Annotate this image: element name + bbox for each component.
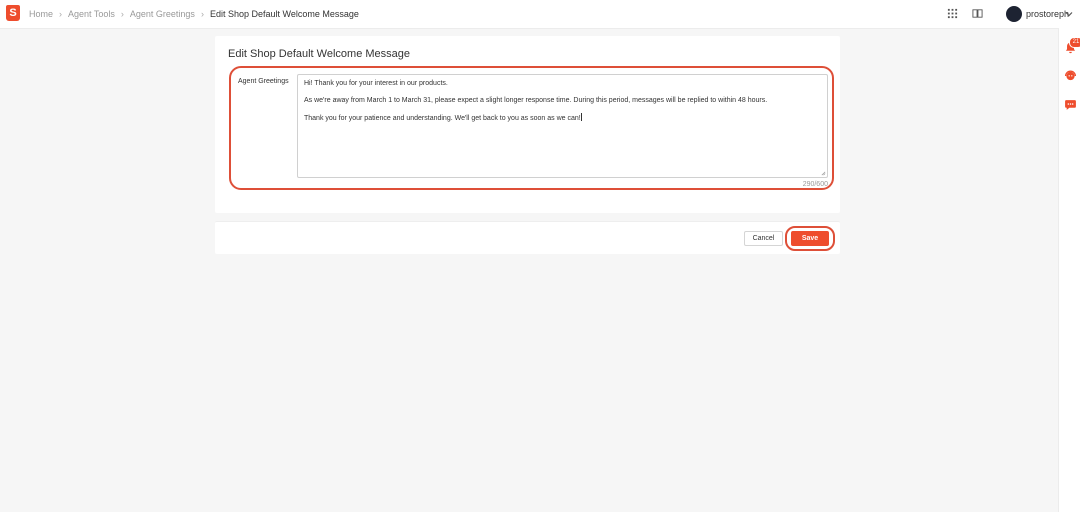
chat-icon[interactable] xyxy=(1064,98,1077,111)
right-rail: 21 xyxy=(1058,28,1080,512)
resize-grip-icon[interactable] xyxy=(821,171,826,176)
chevron-down-icon[interactable] xyxy=(1065,10,1073,18)
message-line: As we're away from March 1 to March 31, … xyxy=(304,97,768,104)
edit-form-card: Edit Shop Default Welcome Message Agent … xyxy=(215,36,840,213)
page-title: Edit Shop Default Welcome Message xyxy=(228,48,410,60)
breadcrumb-current: Edit Shop Default Welcome Message xyxy=(209,9,359,19)
support-agent-icon[interactable] xyxy=(1064,69,1077,82)
breadcrumb-separator-icon: › xyxy=(59,9,63,19)
character-count: 290/600 xyxy=(802,181,828,188)
agent-greetings-label: Agent Greetings xyxy=(238,78,289,85)
top-bar: S Home › Agent Tools › Agent Greetings › Edit … xyxy=(0,0,1080,29)
username[interactable]: prostoreph xyxy=(1026,0,1069,28)
save-button[interactable]: Save xyxy=(791,231,829,246)
book-icon[interactable] xyxy=(972,8,983,19)
shopee-logo-icon[interactable]: S xyxy=(6,5,20,21)
cancel-button[interactable]: Cancel xyxy=(744,231,783,246)
message-line-text: Thank you for your patience and understa… xyxy=(304,115,581,122)
breadcrumb-separator-icon: › xyxy=(120,9,124,19)
message-line: Hi! Thank you for your interest in our p… xyxy=(304,80,448,87)
avatar[interactable] xyxy=(1006,6,1022,22)
breadcrumb-home[interactable]: Home xyxy=(29,9,53,19)
breadcrumb-separator-icon: › xyxy=(200,9,204,19)
notification-badge: 21 xyxy=(1069,37,1080,48)
breadcrumb: Home › Agent Tools › Agent Greetings › Edit Sh… xyxy=(29,0,359,28)
breadcrumb-agent-greetings[interactable]: Agent Greetings xyxy=(130,9,195,19)
action-footer: Cancel Save xyxy=(215,221,840,254)
breadcrumb-agent-tools[interactable]: Agent Tools xyxy=(68,9,115,19)
message-line: Thank you for your patience and understa… xyxy=(304,113,821,123)
text-caret xyxy=(580,113,582,121)
apps-grid-icon[interactable] xyxy=(947,8,958,19)
welcome-message-textarea[interactable]: Hi! Thank you for your interest in our p… xyxy=(297,74,828,178)
